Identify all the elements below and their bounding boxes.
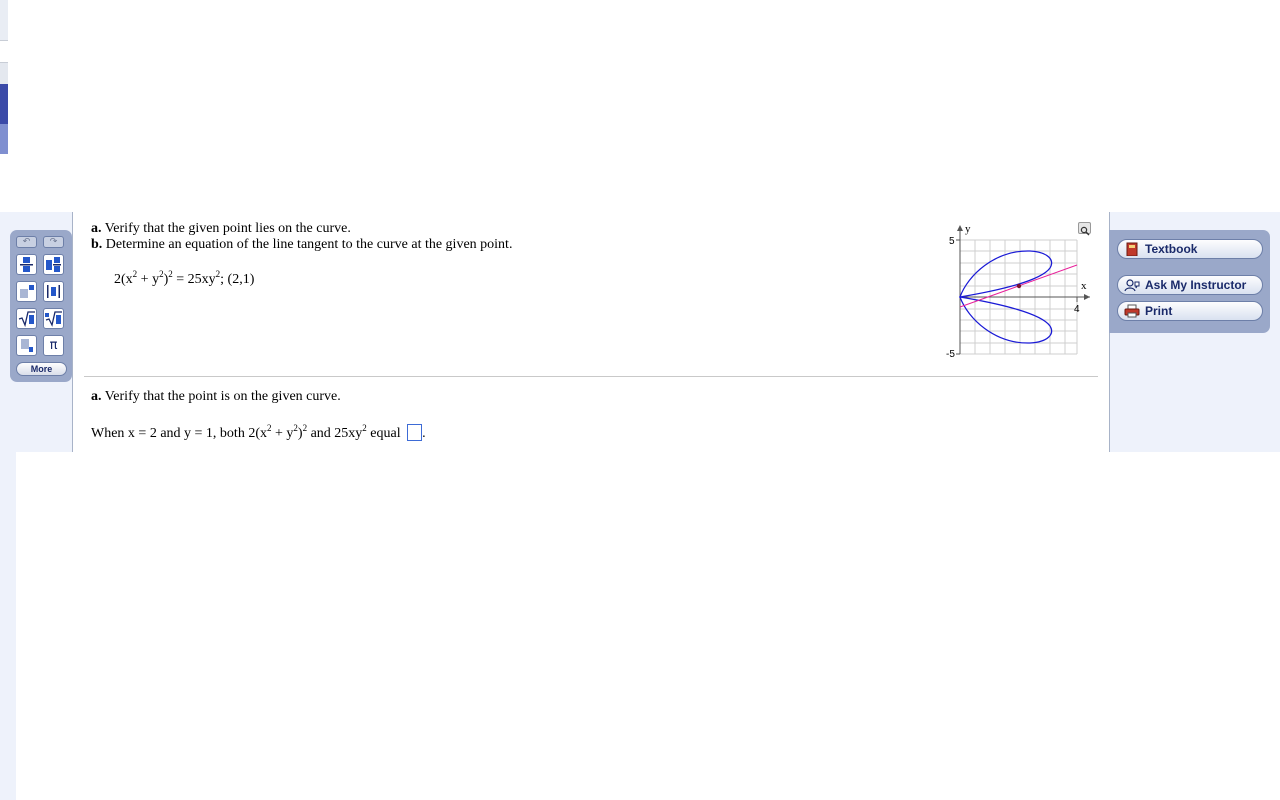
- nth-root-icon: [45, 311, 62, 327]
- math-palette: ↶ ↷ π More: [10, 230, 72, 382]
- subscript-button[interactable]: [16, 335, 37, 356]
- square-root-button[interactable]: [16, 308, 37, 329]
- curve-graph: y x 5 -5 4: [940, 220, 1100, 365]
- pi-button[interactable]: π: [43, 335, 64, 356]
- part-b-text: Determine an equation of the line tangen…: [102, 237, 513, 252]
- exponent-icon: [20, 285, 34, 298]
- more-button[interactable]: More: [16, 362, 67, 376]
- resources-panel: Textbook Ask My Instructor Print: [1109, 230, 1270, 333]
- fraction-icon: [20, 257, 33, 272]
- mixed-number-icon: [46, 257, 61, 272]
- answer-heading: a. Verify that the point is on the given…: [91, 389, 341, 404]
- absolute-value-button[interactable]: [43, 281, 64, 302]
- x-axis-label: x: [1081, 280, 1087, 292]
- part-b-instruction: b. Determine an equation of the line tan…: [91, 237, 512, 253]
- curve-graph-svg: y x 5 -5 4: [946, 223, 1090, 360]
- ask-instructor-button[interactable]: Ask My Instructor: [1117, 275, 1263, 295]
- exponent-button[interactable]: [16, 281, 37, 302]
- answer-input-box[interactable]: [407, 424, 423, 441]
- printer-icon: [1124, 304, 1140, 318]
- section-divider: [84, 376, 1098, 377]
- nth-root-button[interactable]: [43, 308, 64, 329]
- part-a-label: a.: [91, 221, 102, 236]
- y-max-tick-label: 5: [949, 236, 955, 247]
- square-root-icon: [18, 311, 35, 328]
- y-axis-label: y: [965, 223, 971, 235]
- part-b-label: b.: [91, 237, 103, 252]
- person-icon: [1124, 278, 1140, 292]
- curve-equation: 2(x2 + y2)2 = 25xy2; (2,1): [114, 269, 255, 288]
- part-a-instruction: a. Verify that the given point lies on t…: [91, 221, 351, 237]
- book-icon: [1124, 242, 1140, 257]
- magnifier-icon[interactable]: [1078, 222, 1091, 236]
- undo-button[interactable]: ↶: [16, 236, 37, 248]
- x-max-tick-label: 4: [1074, 304, 1080, 315]
- redo-button[interactable]: ↷: [43, 236, 64, 248]
- absolute-value-icon: [47, 285, 60, 298]
- answer-sentence: When x = 2 and y = 1, both 2(x2 + y2)2 a…: [91, 423, 426, 441]
- mixed-number-button[interactable]: [43, 254, 64, 275]
- fraction-button[interactable]: [16, 254, 37, 275]
- y-min-tick-label: -5: [946, 349, 955, 360]
- given-point: [1016, 283, 1022, 289]
- part-a-text: Verify that the given point lies on the …: [101, 221, 351, 236]
- browser-left-strip: [0, 0, 8, 212]
- textbook-button[interactable]: Textbook: [1117, 239, 1263, 259]
- subscript-icon: [21, 339, 33, 352]
- print-button[interactable]: Print: [1117, 301, 1263, 321]
